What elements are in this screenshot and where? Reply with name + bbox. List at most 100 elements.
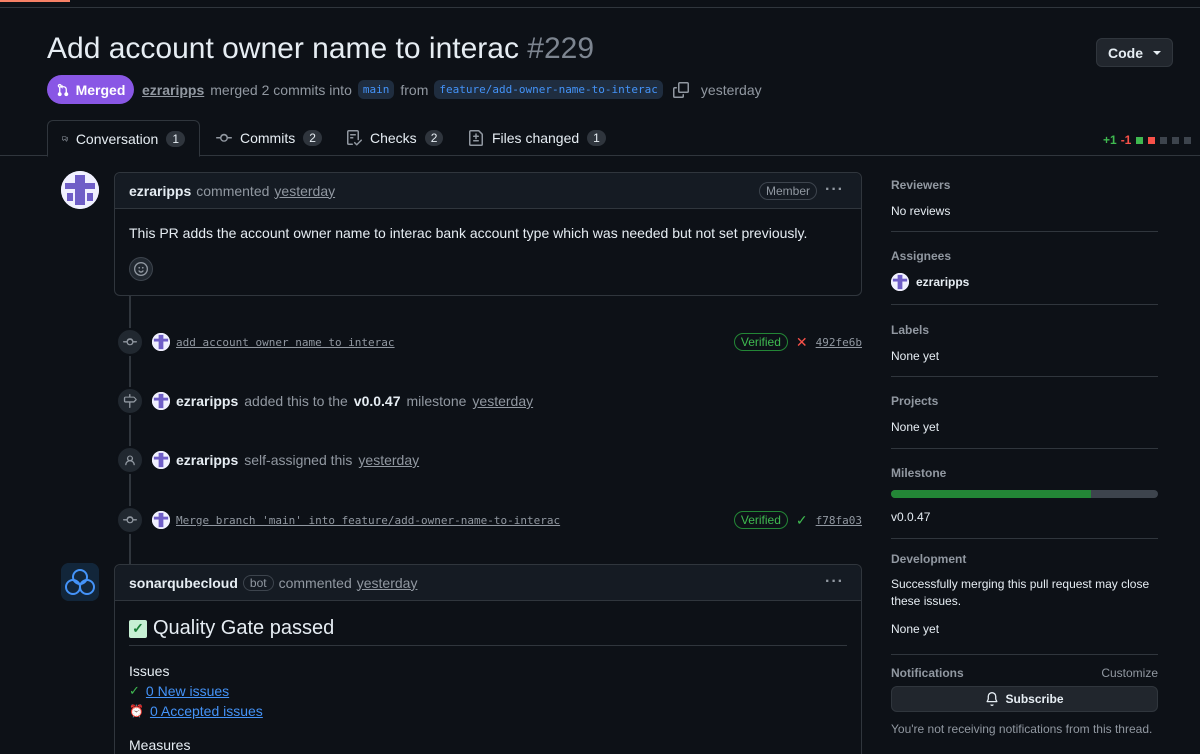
commit-body: Merge branch 'main' into feature/add-own…	[152, 511, 560, 529]
sidebar-projects[interactable]: Projects None yet	[891, 394, 1158, 434]
event-text: self-assigned this	[244, 452, 353, 468]
accepted-issues-link[interactable]: 0 Accepted issues	[150, 703, 263, 719]
milestone-progress-fill	[891, 490, 1092, 498]
comment-author[interactable]: sonarqubecloud	[129, 575, 238, 591]
subscribe-button[interactable]: Subscribe	[891, 686, 1158, 712]
sidebar-assignees[interactable]: Assignees ezraripps	[891, 249, 1158, 291]
sidebar-labels[interactable]: Labels None yet	[891, 323, 1158, 363]
copy-icon[interactable]	[672, 81, 689, 98]
sidebar-reviewers[interactable]: Reviewers No reviews	[891, 178, 1158, 218]
kebab-horizontal-icon[interactable]: ···	[825, 181, 844, 199]
sidebar-reviewers-value: No reviews	[891, 204, 951, 218]
new-issues-link[interactable]: 0 New issues	[146, 683, 229, 699]
top-bar	[0, 0, 1200, 8]
tab-commits-count: 2	[303, 130, 322, 146]
avatar[interactable]	[152, 511, 170, 529]
sidebar-divider	[891, 538, 1158, 539]
milestone-progress-bar	[891, 490, 1158, 498]
comment-time[interactable]: yesterday	[274, 183, 335, 199]
sonarcloud-logo-icon	[61, 563, 99, 601]
pr-time: yesterday	[700, 81, 762, 98]
notifications-header: Notifications Customize	[891, 666, 1158, 680]
tab-files-changed-label: Files changed	[492, 130, 580, 146]
verified-badge[interactable]: Verified	[733, 511, 788, 529]
tab-commits[interactable]: Commits 2	[202, 120, 336, 156]
avatar[interactable]	[152, 333, 170, 351]
add-reaction-button[interactable]	[129, 257, 153, 281]
diffstat-square-added	[1136, 136, 1144, 144]
sidebar-divider	[891, 376, 1158, 377]
sidebar-notifications-title: Notifications	[891, 666, 964, 680]
sidebar-reviewers-title: Reviewers	[891, 178, 951, 192]
accepted-issues-row: ⏰ 0 Accepted issues	[129, 703, 263, 719]
avatar[interactable]	[152, 451, 170, 469]
event-author[interactable]: ezraripps	[176, 452, 238, 468]
commit-sha[interactable]: 492fe6b	[816, 336, 862, 349]
comment-discussion-icon	[62, 135, 68, 142]
pr-title: Add account owner name to interac #229	[47, 32, 594, 66]
sidebar-milestone[interactable]: Milestone v0.0.47	[891, 466, 1158, 524]
check-box-icon: ✓	[129, 619, 147, 638]
tab-commits-label: Commits	[240, 130, 296, 146]
commit-message[interactable]: Merge branch 'main' into feature/add-own…	[176, 514, 560, 527]
x-icon[interactable]: ✕	[796, 334, 808, 351]
code-button-label: Code	[1108, 44, 1143, 61]
pr-number: #229	[527, 32, 595, 65]
sidebar-milestone-title: Milestone	[891, 466, 947, 480]
kebab-horizontal-icon[interactable]: ···	[825, 573, 844, 591]
comment-time[interactable]: yesterday	[357, 575, 418, 591]
sidebar-development[interactable]: Development Successfully merging this pu…	[891, 552, 1158, 636]
diffstat: +1 -1	[1103, 133, 1192, 147]
commit-sha[interactable]: f78fa03	[816, 514, 862, 527]
milestone-link[interactable]: v0.0.47	[354, 393, 401, 409]
avatar[interactable]	[61, 171, 99, 209]
commit-meta: Verified ✓ f78fa03	[733, 511, 862, 529]
comment-header: sonarqubecloud bot commented yesterday ·…	[115, 565, 861, 601]
customize-link[interactable]: Customize	[1101, 666, 1158, 680]
sidebar-labels-value: None yet	[891, 349, 940, 363]
code-button[interactable]: Code	[1096, 38, 1173, 67]
git-commit-icon	[116, 506, 144, 534]
assign-event-body: ezraripps self-assigned this yesterday	[152, 451, 419, 469]
assignee-row[interactable]: ezraripps	[891, 273, 1158, 291]
avatar[interactable]	[152, 392, 170, 410]
commit-message[interactable]: add account owner name to interac	[176, 336, 395, 349]
sidebar-divider	[891, 654, 1158, 655]
check-icon: ✓	[129, 683, 140, 698]
event-time[interactable]: yesterday	[358, 452, 419, 468]
sidebar-development-title: Development	[891, 552, 967, 566]
diffstat-square-deleted	[1148, 136, 1156, 144]
issues-label: Issues	[129, 663, 170, 679]
commit-body: add account owner name to interac	[152, 333, 395, 351]
base-branch[interactable]: main	[357, 80, 395, 99]
event-text: added this to the	[244, 393, 348, 409]
check-icon[interactable]: ✓	[796, 512, 808, 529]
event-time[interactable]: yesterday	[472, 393, 533, 409]
smiley-icon	[134, 262, 148, 276]
sidebar-divider	[891, 231, 1158, 232]
merge-icon	[57, 83, 68, 96]
verified-badge[interactable]: Verified	[733, 333, 788, 351]
quality-gate-heading: ✓ Quality Gate passed	[129, 617, 334, 640]
comment-header: ezraripps commented yesterday Member ···	[115, 173, 861, 209]
event-author[interactable]: ezraripps	[176, 393, 238, 409]
bell-icon	[987, 692, 998, 706]
comment-action: commented	[196, 182, 270, 199]
merged-status-label: Merged	[75, 81, 126, 98]
tab-checks[interactable]: Checks 2	[332, 120, 457, 156]
tab-files-changed[interactable]: Files changed 1	[454, 120, 620, 156]
comment-author[interactable]: ezraripps	[129, 183, 191, 199]
bot-avatar[interactable]	[61, 563, 99, 601]
tab-conversation[interactable]: Conversation 1	[47, 120, 200, 157]
pr-title-text: Add account owner name to interac	[47, 32, 519, 65]
checklist-icon	[347, 130, 362, 146]
pr-author-link[interactable]: ezraripps	[142, 82, 204, 98]
head-branch[interactable]: feature/add-owner-name-to-interac	[434, 80, 663, 99]
member-badge: Member	[758, 182, 817, 200]
timeline-commit: Merge branch 'main' into feature/add-own…	[116, 506, 862, 534]
pr-meta: ezraripps merged 2 commits into main fro…	[142, 80, 762, 99]
heading-divider	[129, 645, 847, 646]
subscribe-label: Subscribe	[1005, 692, 1064, 706]
tab-conversation-label: Conversation	[75, 130, 159, 147]
tab-conversation-count: 1	[166, 130, 185, 147]
